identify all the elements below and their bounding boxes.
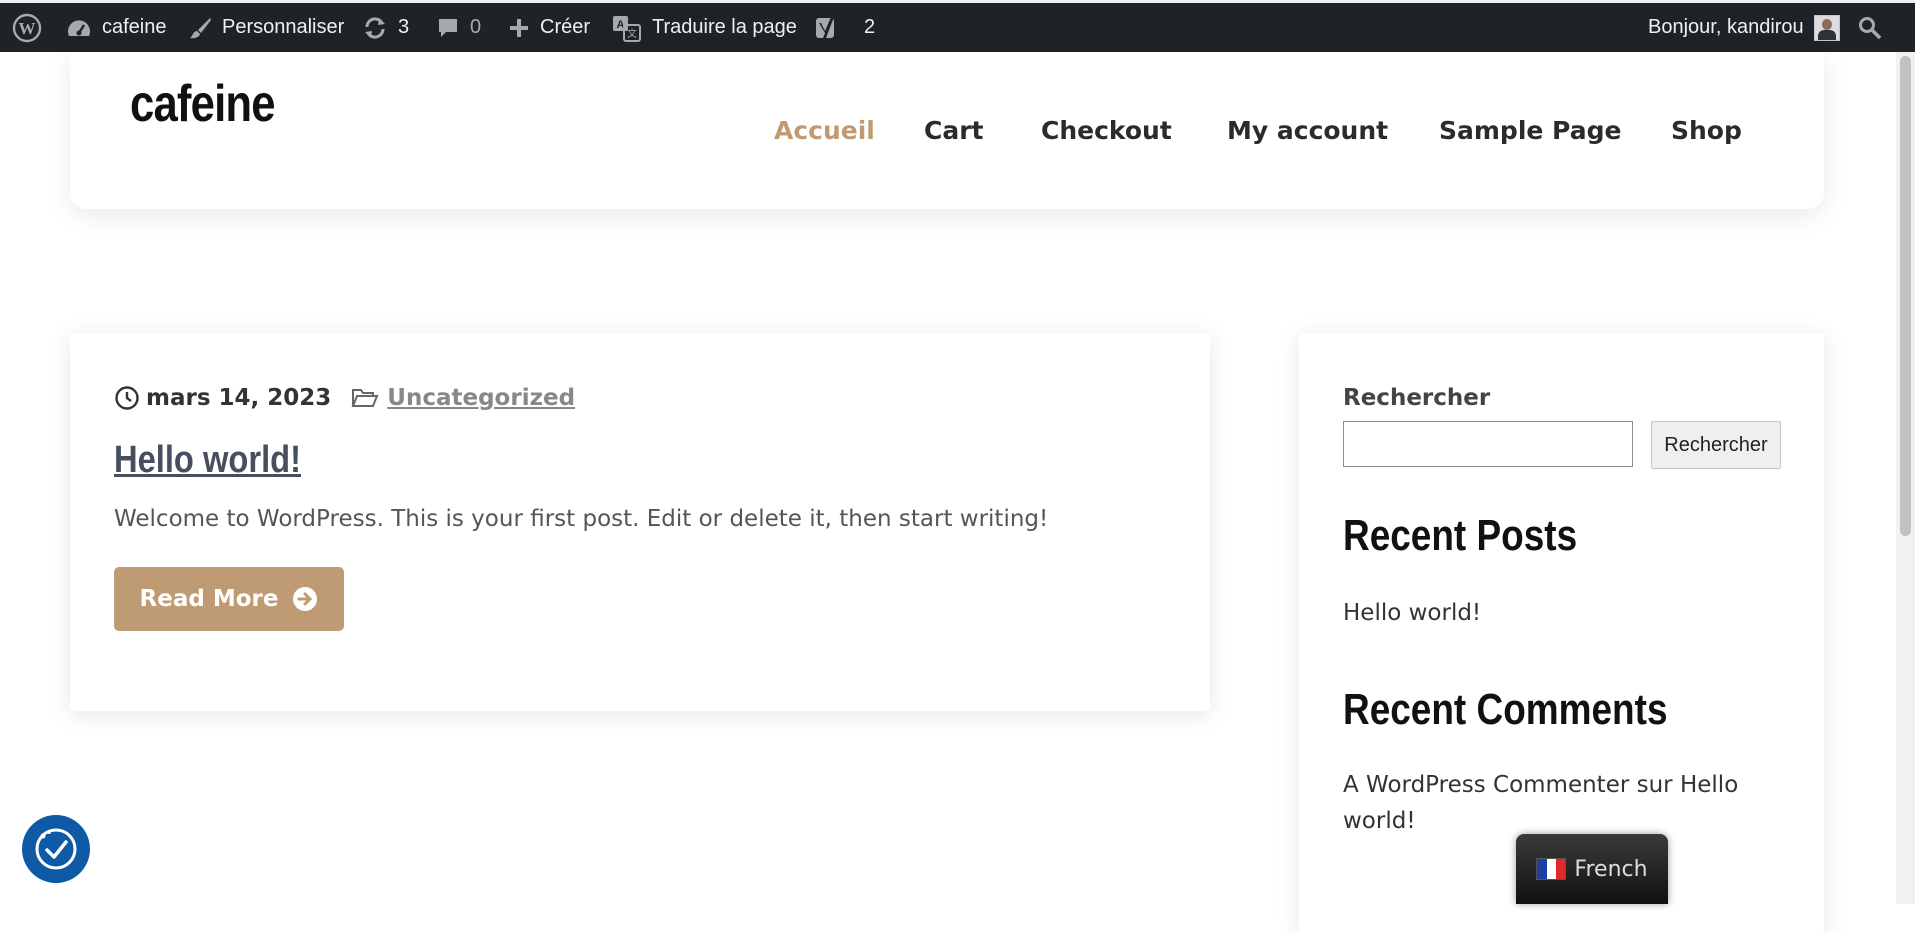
post-excerpt: Welcome to WordPress. This is your first…	[114, 506, 1049, 532]
french-flag-icon	[1536, 858, 1567, 880]
admin-search-button[interactable]	[1858, 3, 1882, 52]
post-meta: mars 14, 2023 Uncategorized	[114, 385, 575, 411]
nav-item-shop[interactable]: Shop	[1671, 116, 1742, 145]
comments-count: 0	[470, 16, 482, 38]
paintbrush-icon	[190, 17, 211, 38]
nav-item-sample-page[interactable]: Sample Page	[1439, 116, 1621, 145]
translate-icon: A 文	[613, 15, 641, 42]
nav-item-accueil[interactable]: Accueil	[774, 116, 875, 145]
site-header: cafeine Accueil Cart Checkout My account…	[70, 52, 1824, 209]
site-name-menu[interactable]: cafeine	[66, 3, 167, 52]
customize-link[interactable]: Personnaliser	[188, 3, 344, 52]
search-icon	[1859, 16, 1882, 39]
translate-page-label: Traduire la page	[652, 16, 797, 38]
post-title-link[interactable]: Hello world!	[114, 439, 301, 482]
admin-bar: W cafeine Personnaliser 3 0 Créer A 文 Tr…	[0, 0, 1915, 52]
clock-icon	[115, 386, 139, 410]
wordpress-logo-menu[interactable]: W	[12, 3, 42, 52]
folder-open-icon	[351, 389, 379, 407]
post-date: mars 14, 2023	[146, 385, 332, 411]
comment-post-link-continued[interactable]: world!	[1343, 808, 1416, 834]
post-category-link[interactable]: Uncategorized	[387, 385, 575, 411]
language-switcher[interactable]: French	[1516, 834, 1668, 904]
recent-post-link[interactable]: Hello world!	[1343, 600, 1481, 626]
search-label: Rechercher	[1343, 385, 1491, 411]
recent-posts-title: Recent Posts	[1343, 511, 1578, 560]
updates-link[interactable]: 3	[362, 3, 409, 52]
read-more-label: Read More	[139, 586, 279, 612]
arrow-circle-right-icon	[293, 587, 318, 611]
updates-count: 3	[398, 16, 410, 38]
yoast-count: 2	[864, 16, 876, 38]
new-content-menu[interactable]: Créer	[508, 3, 590, 52]
yoast-seo-menu[interactable]: 2	[814, 3, 875, 52]
recent-comment-item: A WordPress Commenter sur Hello world!	[1343, 767, 1783, 839]
site-title[interactable]: cafeine	[130, 74, 276, 134]
greeting-label: Bonjour, kandirou	[1648, 16, 1804, 38]
scrollbar-thumb[interactable]	[1900, 56, 1911, 536]
recent-comments-title: Recent Comments	[1343, 685, 1668, 734]
updates-icon	[365, 16, 385, 39]
accessibility-button[interactable]	[22, 815, 90, 883]
nav-item-my-account[interactable]: My account	[1227, 116, 1388, 145]
translate-page-link[interactable]: A 文 Traduire la page	[612, 3, 797, 52]
dashboard-icon	[68, 19, 90, 36]
comment-separator: sur	[1636, 772, 1673, 798]
wordpress-icon: W	[12, 13, 42, 42]
plus-icon	[510, 18, 528, 37]
new-content-label: Créer	[540, 16, 591, 38]
comments-link[interactable]: 0	[436, 3, 481, 52]
language-label: French	[1574, 856, 1648, 882]
page-scrollbar[interactable]	[1896, 52, 1915, 904]
comment-author-link[interactable]: A WordPress Commenter	[1343, 772, 1629, 798]
accessibility-check-icon	[35, 828, 77, 870]
nav-item-cart[interactable]: Cart	[924, 116, 984, 145]
comment-icon	[439, 18, 457, 37]
post-card: mars 14, 2023 Uncategorized Hello world!…	[70, 333, 1210, 711]
yoast-icon	[816, 16, 834, 38]
recent-posts-list: Hello world!	[1343, 595, 1481, 631]
search-input[interactable]	[1343, 421, 1633, 467]
svg-text:文: 文	[627, 27, 637, 40]
nav-item-checkout[interactable]: Checkout	[1041, 116, 1172, 145]
site-name-label: cafeine	[102, 16, 167, 38]
customize-label: Personnaliser	[222, 16, 345, 38]
svg-text:W: W	[19, 19, 36, 38]
read-more-button[interactable]: Read More	[114, 567, 344, 631]
comment-post-link[interactable]: Hello	[1680, 772, 1738, 798]
my-account-menu[interactable]: Bonjour, kandirou	[1648, 3, 1840, 52]
avatar	[1813, 14, 1840, 41]
search-button[interactable]: Rechercher	[1651, 421, 1781, 469]
